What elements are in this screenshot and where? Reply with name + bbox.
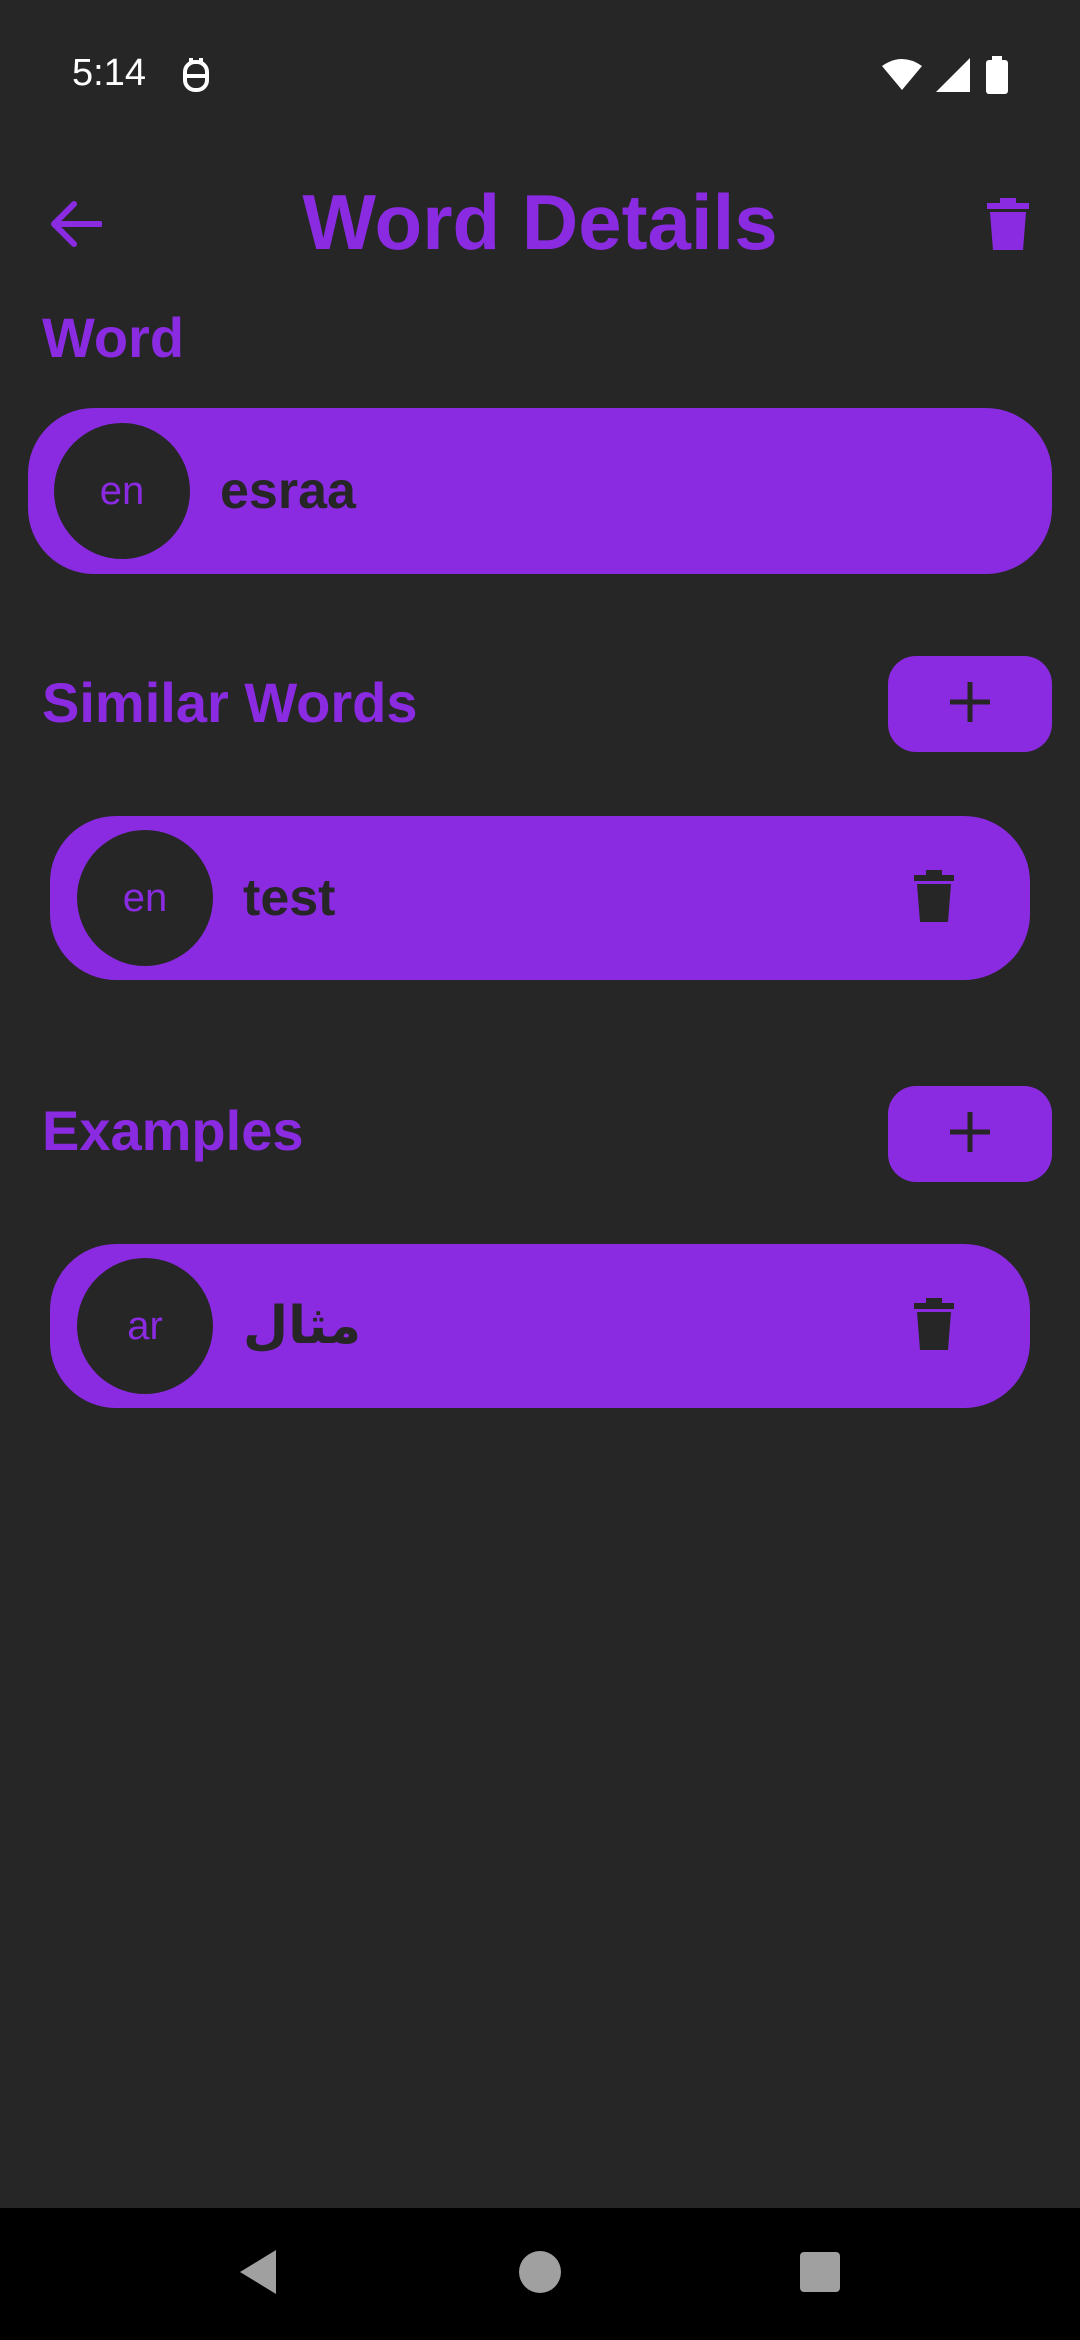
language-badge: en bbox=[77, 830, 213, 966]
example-text: مثال bbox=[243, 1296, 362, 1356]
nav-recents-button[interactable] bbox=[790, 2244, 850, 2304]
delete-word-button[interactable] bbox=[972, 190, 1044, 262]
nav-back-button[interactable] bbox=[228, 2244, 288, 2304]
app-bar: Word Details bbox=[0, 160, 1080, 284]
home-circle-icon bbox=[518, 2250, 562, 2299]
plus-icon bbox=[948, 680, 992, 729]
similar-word-text: test bbox=[243, 869, 336, 927]
language-badge: ar bbox=[77, 1258, 213, 1394]
status-bar: 5:14 bbox=[0, 0, 1080, 150]
page-title: Word Details bbox=[302, 178, 778, 266]
trash-icon bbox=[914, 1297, 954, 1355]
word-text: esraa bbox=[220, 462, 356, 520]
add-similar-word-button[interactable] bbox=[888, 656, 1052, 752]
recents-square-icon bbox=[798, 2250, 842, 2299]
similar-words-title: Similar Words bbox=[42, 671, 418, 734]
main-word-card[interactable]: en esraa bbox=[28, 408, 1052, 574]
trash-icon bbox=[914, 869, 954, 927]
wifi-icon bbox=[882, 58, 922, 97]
examples-title: Examples bbox=[42, 1099, 304, 1162]
status-icons bbox=[882, 56, 1008, 99]
delete-example-button[interactable] bbox=[898, 1290, 970, 1362]
trash-icon bbox=[987, 197, 1029, 255]
system-nav-bar bbox=[0, 2208, 1080, 2340]
back-triangle-icon bbox=[236, 2248, 280, 2301]
language-badge: en bbox=[54, 423, 190, 559]
add-example-button[interactable] bbox=[888, 1086, 1052, 1182]
nav-home-button[interactable] bbox=[510, 2244, 570, 2304]
example-item[interactable]: ar مثال bbox=[50, 1244, 1030, 1408]
similar-word-item[interactable]: en test bbox=[50, 816, 1030, 980]
signal-icon bbox=[936, 58, 972, 97]
status-time: 5:14 bbox=[72, 52, 146, 94]
word-section-title: Word bbox=[42, 306, 185, 369]
delete-similar-word-button[interactable] bbox=[898, 862, 970, 934]
battery-icon bbox=[986, 56, 1008, 99]
notification-icon bbox=[180, 56, 212, 94]
plus-icon bbox=[948, 1110, 992, 1159]
